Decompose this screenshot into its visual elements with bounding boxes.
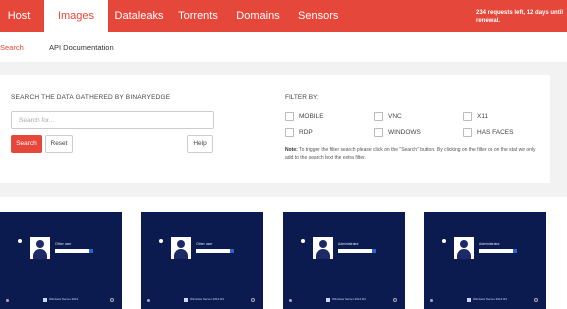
power-icon <box>251 298 255 302</box>
ease-of-access-icon <box>147 299 150 302</box>
back-arrow-icon <box>442 239 446 243</box>
reset-button[interactable]: Reset <box>45 135 73 153</box>
submit-arrow-icon <box>89 249 93 253</box>
screenshot-card[interactable]: Administrator Windows Server 2012 R2 <box>424 212 546 309</box>
subnav-search-link[interactable]: Search <box>0 43 24 52</box>
windows-version-text: Windows Server 2012 R2 <box>473 297 508 301</box>
search-input[interactable] <box>11 111 214 129</box>
screenshot-card[interactable]: Other user Windows Server 2012 R2 <box>141 212 263 309</box>
help-button[interactable]: Help <box>187 135 213 153</box>
ease-of-access-icon <box>6 299 9 302</box>
back-arrow-icon <box>159 239 163 243</box>
windows-version-text: Windows Server 2012 R2 <box>332 297 367 301</box>
checkbox[interactable] <box>463 112 472 121</box>
submit-arrow-icon <box>372 249 376 253</box>
search-panel: SEARCH THE DATA GATHERED BY BINARYEDGE S… <box>0 75 550 183</box>
power-icon <box>393 298 397 302</box>
user-avatar-icon <box>313 237 333 259</box>
windows-version-text: Windows Server 2012 R2 <box>190 297 225 301</box>
back-arrow-icon <box>301 239 305 243</box>
power-icon <box>534 298 538 302</box>
note-text: To trigger the filter search please clic… <box>285 147 536 161</box>
password-field <box>55 249 89 253</box>
filter-title: FILTER BY: <box>285 94 319 101</box>
filter-label: HAS FACES <box>477 129 514 136</box>
requests-remaining-text: 234 requests left, 12 days until renewal… <box>476 10 564 24</box>
nav-tab-dataleaks[interactable]: Dataleaks <box>114 0 164 32</box>
password-field <box>338 249 372 253</box>
windows-logo-icon <box>184 298 188 302</box>
nav-tab-sensors[interactable]: Sensors <box>298 0 338 32</box>
checkbox[interactable] <box>374 128 383 137</box>
power-icon <box>110 298 114 302</box>
filter-label: X11 <box>477 113 489 120</box>
submit-arrow-icon <box>230 249 234 253</box>
user-avatar-icon <box>454 237 474 259</box>
screenshot-card[interactable]: Other user Windows Server 2012 <box>0 212 122 309</box>
ease-of-access-icon <box>289 299 292 302</box>
checkbox[interactable] <box>285 112 294 121</box>
nav-tab-images[interactable]: Images <box>44 0 108 33</box>
screenshot-card[interactable]: Administrator Windows Server 2012 R2 <box>283 212 405 309</box>
windows-version-text: Windows Server 2012 <box>49 297 79 301</box>
user-avatar-icon <box>171 237 191 259</box>
search-button[interactable]: Search <box>11 135 42 153</box>
ease-of-access-icon <box>430 299 433 302</box>
filter-label: MOBILE <box>299 113 324 120</box>
top-navbar: Host Images Dataleaks Torrents Domains S… <box>0 0 567 33</box>
login-username: Other user <box>55 242 72 246</box>
filter-label: VNC <box>388 113 402 120</box>
search-panel-title: SEARCH THE DATA GATHERED BY BINARYEDGE <box>11 94 171 101</box>
login-username: Other user <box>196 242 213 246</box>
login-username: Administrator <box>338 242 359 246</box>
login-username: Administrator <box>479 242 500 246</box>
password-field <box>196 249 230 253</box>
nav-tab-domains[interactable]: Domains <box>236 0 280 32</box>
filter-label: RDP <box>299 129 313 136</box>
windows-logo-icon <box>43 298 47 302</box>
password-field <box>479 249 513 253</box>
checkbox[interactable] <box>463 128 472 137</box>
results-grid: Other user Windows Server 2012 Other use… <box>0 197 567 309</box>
checkbox[interactable] <box>374 112 383 121</box>
note-label: Note: <box>285 147 298 153</box>
sub-navbar: Search API Documentation <box>0 32 567 62</box>
nav-tab-torrents[interactable]: Torrents <box>178 0 218 32</box>
filter-label: WINDOWS <box>388 129 421 136</box>
submit-arrow-icon <box>513 249 517 253</box>
filter-note: Note: To trigger the filter search pleas… <box>285 146 545 162</box>
nav-tab-host[interactable]: Host <box>0 0 38 32</box>
subnav-api-docs-link[interactable]: API Documentation <box>49 43 114 52</box>
windows-logo-icon <box>326 298 330 302</box>
back-arrow-icon <box>18 239 22 243</box>
windows-logo-icon <box>467 298 471 302</box>
checkbox[interactable] <box>285 128 294 137</box>
user-avatar-icon <box>30 237 50 259</box>
